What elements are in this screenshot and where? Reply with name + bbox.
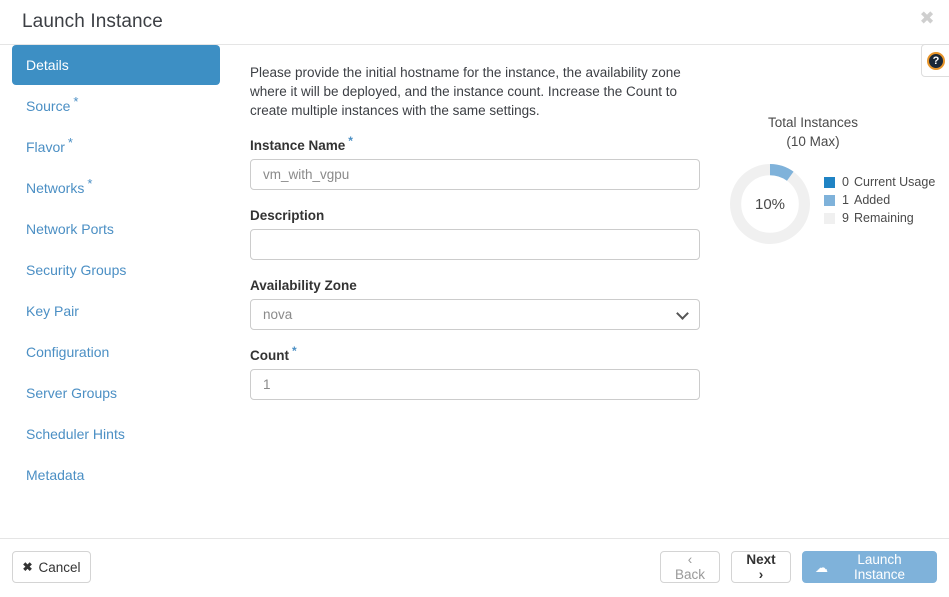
modal-body: DetailsSource*Flavor*Networks*Network Po… bbox=[0, 45, 949, 538]
sidebar-item-networks[interactable]: Networks* bbox=[0, 167, 232, 208]
legend-item: 9Remaining bbox=[824, 209, 935, 227]
page-title: Launch Instance bbox=[22, 11, 163, 33]
next-button-label: Next › bbox=[744, 552, 778, 582]
legend-label: Current Usage bbox=[854, 175, 935, 189]
count-input[interactable] bbox=[250, 369, 700, 400]
sidebar-item-label: Configuration bbox=[26, 344, 109, 360]
legend-label: Added bbox=[854, 193, 890, 207]
quota-chart-panel: Total Instances (10 Max) 10% 0Current Us… bbox=[718, 45, 949, 251]
count-label: Count* bbox=[250, 348, 710, 363]
sidebar-item-label: Details bbox=[26, 57, 69, 73]
sidebar-item-source[interactable]: Source* bbox=[0, 85, 232, 126]
close-icon[interactable]: ✖ bbox=[915, 6, 939, 30]
launch-instance-modal: Launch Instance ✖ ? DetailsSource*Flavor… bbox=[0, 0, 949, 597]
chart-title: Total Instances (10 Max) bbox=[718, 113, 908, 151]
sidebar-item-label: Metadata bbox=[26, 467, 84, 483]
required-asterisk: * bbox=[87, 176, 92, 191]
sidebar-item-label: Key Pair bbox=[26, 303, 79, 319]
required-asterisk: * bbox=[348, 134, 353, 148]
donut-center-label: 10% bbox=[727, 161, 813, 247]
chart-legend: 0Current Usage1Added9Remaining bbox=[824, 173, 935, 227]
back-button[interactable]: ‹ Back bbox=[660, 551, 720, 583]
availability-zone-field: Availability Zone nova bbox=[250, 278, 710, 330]
sidebar-item-label: Scheduler Hints bbox=[26, 426, 125, 442]
sidebar-item-metadata[interactable]: Metadata bbox=[0, 454, 232, 495]
sidebar-item-label: Networks bbox=[26, 180, 84, 196]
close-x-icon: ✖ bbox=[22, 560, 32, 574]
modal-header: Launch Instance ✖ bbox=[0, 0, 949, 45]
sidebar-item-label: Network Ports bbox=[26, 221, 114, 237]
help-button[interactable]: ? bbox=[921, 44, 949, 77]
modal-footer: ✖ Cancel ‹ Back Next › ☁ Launch Instance bbox=[0, 538, 949, 597]
required-asterisk: * bbox=[292, 344, 297, 358]
legend-item: 1Added bbox=[824, 191, 935, 209]
availability-zone-label: Availability Zone bbox=[250, 278, 710, 293]
next-button[interactable]: Next › bbox=[731, 551, 791, 583]
chart-title-text: Total Instances bbox=[768, 115, 858, 130]
sidebar-item-label: Security Groups bbox=[26, 262, 126, 278]
sidebar-item-configuration[interactable]: Configuration bbox=[0, 331, 232, 372]
legend-value: 9 bbox=[842, 211, 854, 225]
sidebar-item-network-ports[interactable]: Network Ports bbox=[0, 208, 232, 249]
required-asterisk: * bbox=[68, 135, 73, 150]
cancel-button-label: Cancel bbox=[39, 560, 81, 575]
instance-name-label: Instance Name* bbox=[250, 138, 710, 153]
count-field: Count* bbox=[250, 348, 710, 400]
sidebar-item-label: Flavor bbox=[26, 139, 65, 155]
sidebar-item-scheduler-hints[interactable]: Scheduler Hints bbox=[0, 413, 232, 454]
cloud-upload-icon: ☁ bbox=[815, 561, 828, 574]
instance-name-label-text: Instance Name bbox=[250, 138, 345, 153]
required-asterisk: * bbox=[73, 94, 78, 109]
legend-color-swatch bbox=[824, 195, 835, 206]
count-label-text: Count bbox=[250, 348, 289, 363]
launch-instance-button-label: Launch Instance bbox=[835, 552, 924, 582]
chart-subtitle-text: (10 Max) bbox=[718, 132, 908, 151]
sidebar-item-key-pair[interactable]: Key Pair bbox=[0, 290, 232, 331]
availability-zone-select[interactable]: nova bbox=[250, 299, 700, 330]
question-mark-icon: ? bbox=[927, 52, 945, 70]
form-intro-text: Please provide the initial hostname for … bbox=[250, 63, 710, 120]
sidebar-item-details[interactable]: Details bbox=[12, 45, 220, 85]
instance-name-field: Instance Name* bbox=[250, 138, 710, 190]
instance-name-input[interactable] bbox=[250, 159, 700, 190]
legend-label: Remaining bbox=[854, 211, 914, 225]
description-label: Description bbox=[250, 208, 710, 223]
sidebar-item-flavor[interactable]: Flavor* bbox=[0, 126, 232, 167]
cancel-button[interactable]: ✖ Cancel bbox=[12, 551, 91, 583]
sidebar-item-server-groups[interactable]: Server Groups bbox=[0, 372, 232, 413]
legend-value: 0 bbox=[842, 175, 854, 189]
donut-chart-row: 10% 0Current Usage1Added9Remaining bbox=[718, 161, 949, 251]
sidebar-item-security-groups[interactable]: Security Groups bbox=[0, 249, 232, 290]
description-field: Description bbox=[250, 208, 710, 260]
sidebar-item-label: Source bbox=[26, 98, 70, 114]
sidebar-item-label: Server Groups bbox=[26, 385, 117, 401]
legend-item: 0Current Usage bbox=[824, 173, 935, 191]
legend-value: 1 bbox=[842, 193, 854, 207]
description-input[interactable] bbox=[250, 229, 700, 260]
legend-color-swatch bbox=[824, 177, 835, 188]
legend-color-swatch bbox=[824, 213, 835, 224]
details-form: Please provide the initial hostname for … bbox=[250, 45, 710, 400]
launch-instance-button[interactable]: ☁ Launch Instance bbox=[802, 551, 937, 583]
back-button-label: ‹ Back bbox=[673, 552, 707, 582]
wizard-step-nav: DetailsSource*Flavor*Networks*Network Po… bbox=[0, 45, 232, 538]
